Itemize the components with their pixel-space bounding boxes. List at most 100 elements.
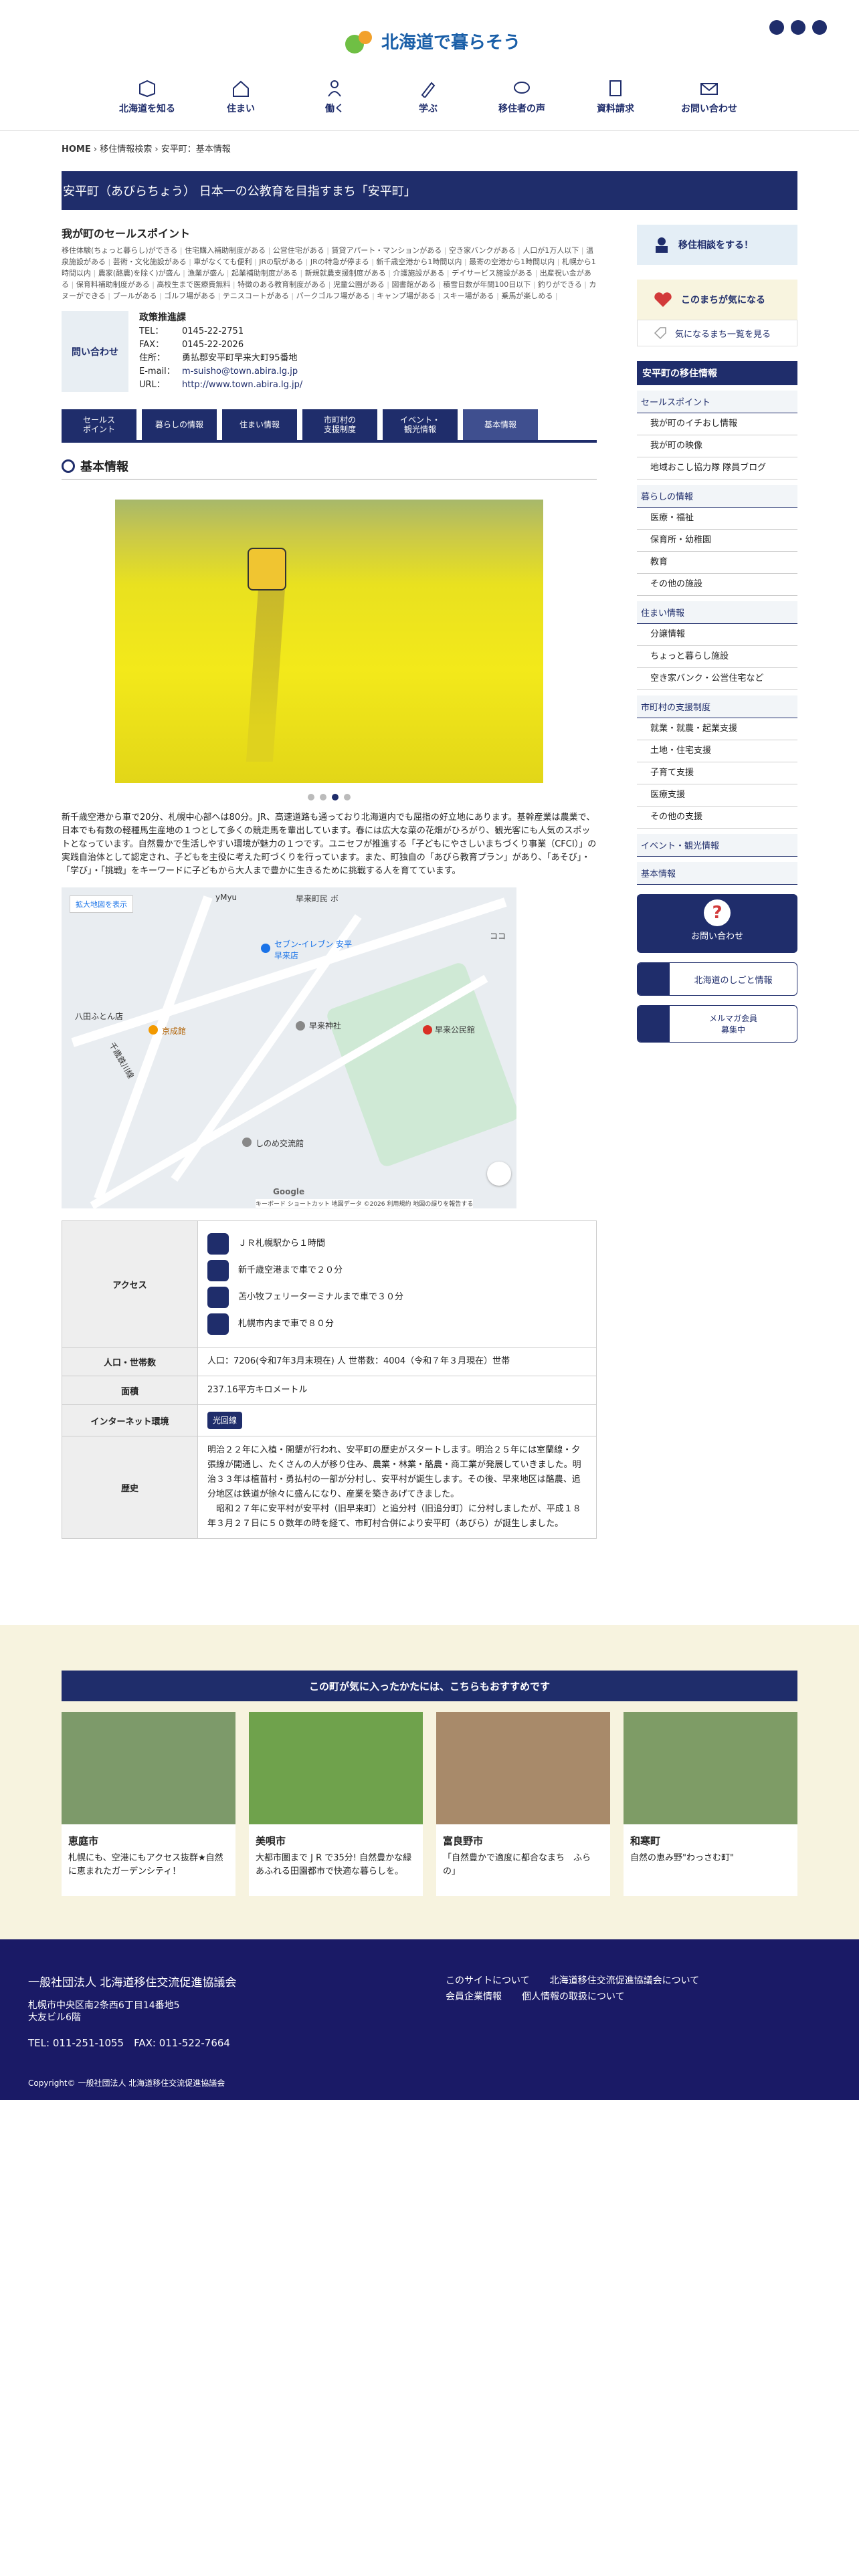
breadcrumb-search[interactable]: 移住情報検索 bbox=[100, 144, 152, 154]
person-icon bbox=[656, 237, 668, 253]
nav-voices[interactable]: 移住者の声 bbox=[482, 79, 562, 115]
newsletter-link[interactable]: メルマガ会員 募集中 bbox=[637, 1005, 797, 1043]
sidebar-group[interactable]: イベント・観光情報 bbox=[637, 834, 797, 857]
sidebar-item[interactable]: 医療支援 bbox=[637, 784, 797, 807]
map-pin-icon[interactable] bbox=[296, 1021, 305, 1031]
tab-item[interactable]: セールス ポイント bbox=[62, 409, 136, 440]
footer-link[interactable]: 北海道移住交流促進協議会について bbox=[550, 1975, 700, 1986]
contact-email-link[interactable]: m-suisho@town.abira.lg.jp bbox=[182, 365, 298, 379]
site-header: 北海道で暮らそう! 北海道を知る 住まい 働く 学ぶ 移住者の声 資料請求 お問… bbox=[0, 0, 859, 131]
sidebar-group[interactable]: 市町村の支援制度 bbox=[637, 695, 797, 718]
favorite-button[interactable]: このまちが気になる bbox=[637, 280, 797, 320]
area-value: 237.16平方キロメートル bbox=[197, 1376, 597, 1405]
slider-dot[interactable] bbox=[320, 794, 326, 800]
sidebar-item[interactable]: 空き家バンク・公営住宅など bbox=[637, 668, 797, 690]
recommend-card[interactable]: 美唄市 大都市圏まで J R で35分! 自然豊かな緑あふれる田園都市で快適な暮ら… bbox=[249, 1712, 423, 1896]
recommend-card[interactable]: 恵庭市 札幌にも、空港にもアクセス抜群★自然に恵まれたガーデンシティ！ bbox=[62, 1712, 235, 1896]
envelope-icon bbox=[638, 1006, 670, 1042]
location-button[interactable] bbox=[487, 1162, 511, 1186]
sidebar-item[interactable]: その他の支援 bbox=[637, 807, 797, 829]
slider-dot[interactable] bbox=[344, 794, 351, 800]
consult-button[interactable]: 移住相談をする！ bbox=[637, 225, 797, 265]
sales-tag: 釣りができる bbox=[538, 280, 589, 289]
nav-contact[interactable]: お問い合わせ bbox=[669, 79, 749, 115]
breadcrumb: HOME › 移住情報検索 › 安平町：基本情報 bbox=[62, 144, 231, 154]
footer-link[interactable]: このサイトについて bbox=[446, 1975, 530, 1986]
tab-item[interactable]: イベント・ 観光情報 bbox=[383, 409, 458, 440]
access-text: 苫小牧フェリーターミナルまで車で３０分 bbox=[238, 1292, 404, 1302]
sidebar-item[interactable]: ちょっと暮らし施設 bbox=[637, 646, 797, 668]
access-row: 新千歳空港まで車で２０分 bbox=[207, 1260, 587, 1281]
sidebar-item[interactable]: 医療・福祉 bbox=[637, 508, 797, 530]
sidebar-item[interactable]: 教育 bbox=[637, 552, 797, 574]
breadcrumb-home[interactable]: HOME bbox=[62, 144, 91, 154]
sales-tag: 車がなくても便利 bbox=[193, 257, 259, 266]
tab-item[interactable]: 市町村の 支援制度 bbox=[302, 409, 377, 440]
sidebar-item[interactable]: 分譲情報 bbox=[637, 624, 797, 646]
tab-item[interactable]: 暮らしの情報 bbox=[142, 409, 217, 440]
nav-housing[interactable]: 住まい bbox=[201, 79, 281, 115]
sidebar-item[interactable]: 就業・就農・起業支援 bbox=[637, 718, 797, 740]
contact-url-link[interactable]: http://www.town.abira.lg.jp/ bbox=[182, 379, 302, 392]
nav-work[interactable]: 働く bbox=[294, 79, 375, 115]
history-text: 明治２２年に入植・開墾が行われ、安平町の歴史がスタートします。明治２５年には室蘭… bbox=[197, 1436, 597, 1539]
nav-label: お問い合わせ bbox=[681, 104, 737, 114]
contact-address: 勇払郡安平町早来大町95番地 bbox=[182, 353, 298, 363]
internet-header: インターネット環境 bbox=[62, 1404, 198, 1436]
footer-links: このサイトについて 北海道移住交流促進協議会について 会員企業情報 個人情報の取扱に… bbox=[446, 1973, 719, 2005]
sidebar-item[interactable]: 土地・住宅支援 bbox=[637, 740, 797, 762]
map-pin-icon[interactable] bbox=[261, 944, 270, 953]
tab-item[interactable]: 基本情報 bbox=[463, 409, 538, 440]
footer-link[interactable]: 会員企業情報 bbox=[446, 1992, 502, 2002]
enlarge-map-link[interactable]: 拡大地図を表示 bbox=[70, 895, 133, 913]
breadcrumb-current: 安平町：基本情報 bbox=[161, 144, 231, 154]
sidebar-item[interactable]: その他の施設 bbox=[637, 574, 797, 596]
map-label: yMyu bbox=[215, 893, 237, 902]
sidebar-item[interactable]: 子育て支援 bbox=[637, 762, 797, 784]
nav-know[interactable]: 北海道を知る bbox=[107, 79, 187, 115]
nav-learn[interactable]: 学ぶ bbox=[388, 79, 468, 115]
sales-tag: 空き家バンクがある bbox=[449, 246, 522, 255]
history-header: 歴史 bbox=[62, 1436, 198, 1539]
google-map[interactable]: 拡大地図を表示 セブン-イレブン 安平早来店 早来神社 早来公民館 八田ふとん店… bbox=[62, 887, 516, 1208]
town-text: 札幌にも、空港にもアクセス抜群★自然に恵まれたガーデンシティ！ bbox=[68, 1853, 223, 1876]
nav-request[interactable]: 資料請求 bbox=[575, 79, 656, 115]
town-photo bbox=[436, 1712, 610, 1824]
sidebar-item[interactable]: 我が町の映像 bbox=[637, 435, 797, 457]
sidebar-item[interactable]: 我が町のイチおし情報 bbox=[637, 413, 797, 435]
recommend-card[interactable]: 和寒町 自然の恵み野"わっさむ町" bbox=[624, 1712, 797, 1896]
sidebar-item[interactable]: 保育所・幼稚園 bbox=[637, 530, 797, 552]
sales-heading: 我が町のセールスポイント bbox=[62, 227, 191, 240]
map-pin-icon[interactable] bbox=[423, 1025, 432, 1035]
copyright: Copyright© 一般社団法人 北海道移住交流促進協議会 bbox=[28, 2078, 225, 2088]
jobs-link[interactable]: 北海道のしごと情報 bbox=[637, 962, 797, 996]
map-pin-icon[interactable] bbox=[149, 1025, 158, 1035]
newsletter-label: メルマガ会員 募集中 bbox=[708, 1014, 757, 1035]
recommend-card[interactable]: 富良野市 「自然豊かで適度に都合なまち ふらの」 bbox=[436, 1712, 610, 1896]
sidebar-group[interactable]: 基本情報 bbox=[637, 862, 797, 885]
site-logo[interactable]: 北海道で暮らそう! bbox=[341, 17, 522, 64]
slider-dots bbox=[62, 794, 597, 800]
slider-dot[interactable] bbox=[308, 794, 314, 800]
x-icon[interactable] bbox=[791, 20, 805, 35]
sales-tag: キャンプ場がある bbox=[377, 292, 442, 300]
sidebar-group[interactable]: 暮らしの情報 bbox=[637, 485, 797, 508]
facebook-icon[interactable] bbox=[769, 20, 784, 35]
sales-tag: テニスコートがある bbox=[223, 292, 296, 300]
town-photo bbox=[62, 1712, 235, 1824]
tab-item[interactable]: 住まい情報 bbox=[222, 409, 297, 440]
tractor-trail bbox=[246, 588, 286, 762]
map-pin-icon[interactable] bbox=[242, 1138, 252, 1147]
favorite-list-link[interactable]: 気になるまち一覧を見る bbox=[637, 320, 797, 346]
inquiry-button[interactable]: ? お問い合わせ bbox=[637, 894, 797, 953]
sidebar-group[interactable]: 住まい情報 bbox=[637, 601, 797, 624]
line-icon[interactable] bbox=[812, 20, 827, 35]
sidebar-item[interactable]: 地域おこし協力隊 隊員ブログ bbox=[637, 457, 797, 479]
access-text: 新千歳空港まで車で２０分 bbox=[238, 1265, 343, 1275]
footer-link[interactable]: 個人情報の取扱について bbox=[522, 1992, 625, 2002]
slider-dot-active[interactable] bbox=[332, 794, 339, 800]
sales-tag: 移住体験(ちょっと暮らし)ができる bbox=[62, 246, 185, 255]
map-label: セブン-イレブン 安平早来店 bbox=[274, 940, 353, 960]
sidebar-group[interactable]: セールスポイント bbox=[637, 391, 797, 413]
document-icon bbox=[609, 80, 622, 96]
